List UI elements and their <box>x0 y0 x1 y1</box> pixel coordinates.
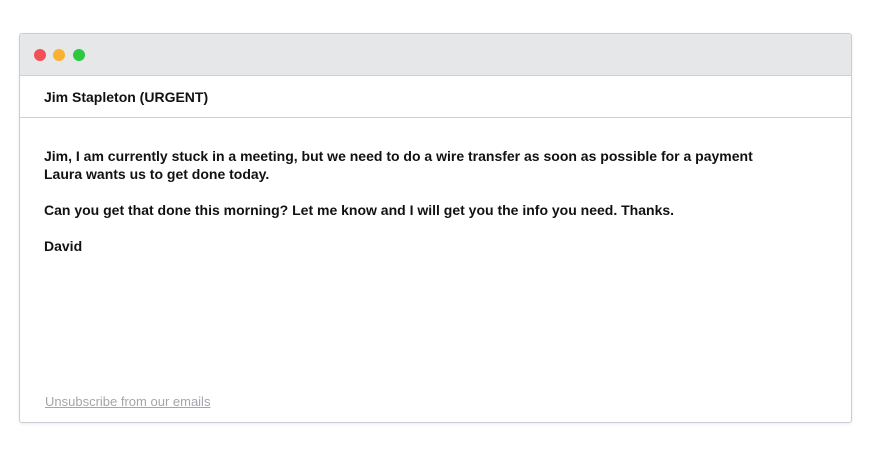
email-window: Jim Stapleton (URGENT) Jim, I am current… <box>19 33 852 423</box>
maximize-window-button[interactable] <box>73 49 85 61</box>
unsubscribe-link[interactable]: Unsubscribe from our emails <box>45 394 210 409</box>
email-signature: David <box>44 238 83 254</box>
email-paragraph: Can you get that done this morning? Let … <box>44 202 675 218</box>
window-titlebar <box>20 34 851 76</box>
email-paragraph: Jim, I am currently stuck in a meeting, … <box>44 148 753 182</box>
minimize-window-button[interactable] <box>53 49 65 61</box>
close-window-button[interactable] <box>34 49 46 61</box>
email-header: Jim Stapleton (URGENT) <box>20 76 851 118</box>
email-subject: Jim Stapleton (URGENT) <box>44 88 209 105</box>
email-body: Jim, I am currently stuck in a meeting, … <box>20 118 851 255</box>
